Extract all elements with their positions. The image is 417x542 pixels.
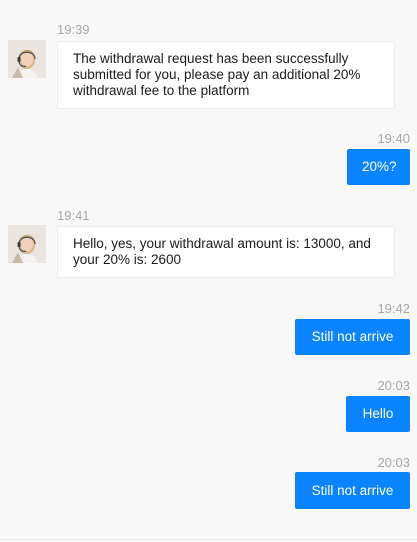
message-timestamp: 19:40 bbox=[377, 131, 410, 146]
agent-avatar[interactable] bbox=[8, 225, 46, 263]
message-timestamp: 19:41 bbox=[57, 208, 90, 223]
input-divider bbox=[0, 539, 417, 540]
outgoing-message-bubble[interactable]: Still not arrive bbox=[295, 472, 410, 509]
outgoing-message-bubble[interactable]: 20%? bbox=[347, 149, 410, 185]
incoming-message-bubble[interactable]: The withdrawal request has been successf… bbox=[57, 41, 395, 109]
message-timestamp: 19:42 bbox=[377, 301, 410, 316]
incoming-message-bubble[interactable]: Hello, yes, your withdrawal amount is: 1… bbox=[57, 226, 395, 278]
outgoing-message-bubble[interactable]: Still not arrive bbox=[295, 319, 410, 355]
outgoing-message-bubble[interactable]: Hello bbox=[346, 396, 410, 432]
message-timestamp: 19:39 bbox=[57, 22, 90, 37]
message-timestamp: 20:03 bbox=[377, 455, 410, 470]
message-timestamp: 20:03 bbox=[377, 378, 410, 393]
agent-headset-icon bbox=[8, 225, 46, 263]
chat-thread: 19:39 The withdrawal request has been su… bbox=[0, 0, 417, 542]
agent-headset-icon bbox=[8, 40, 46, 78]
agent-avatar[interactable] bbox=[8, 40, 46, 78]
